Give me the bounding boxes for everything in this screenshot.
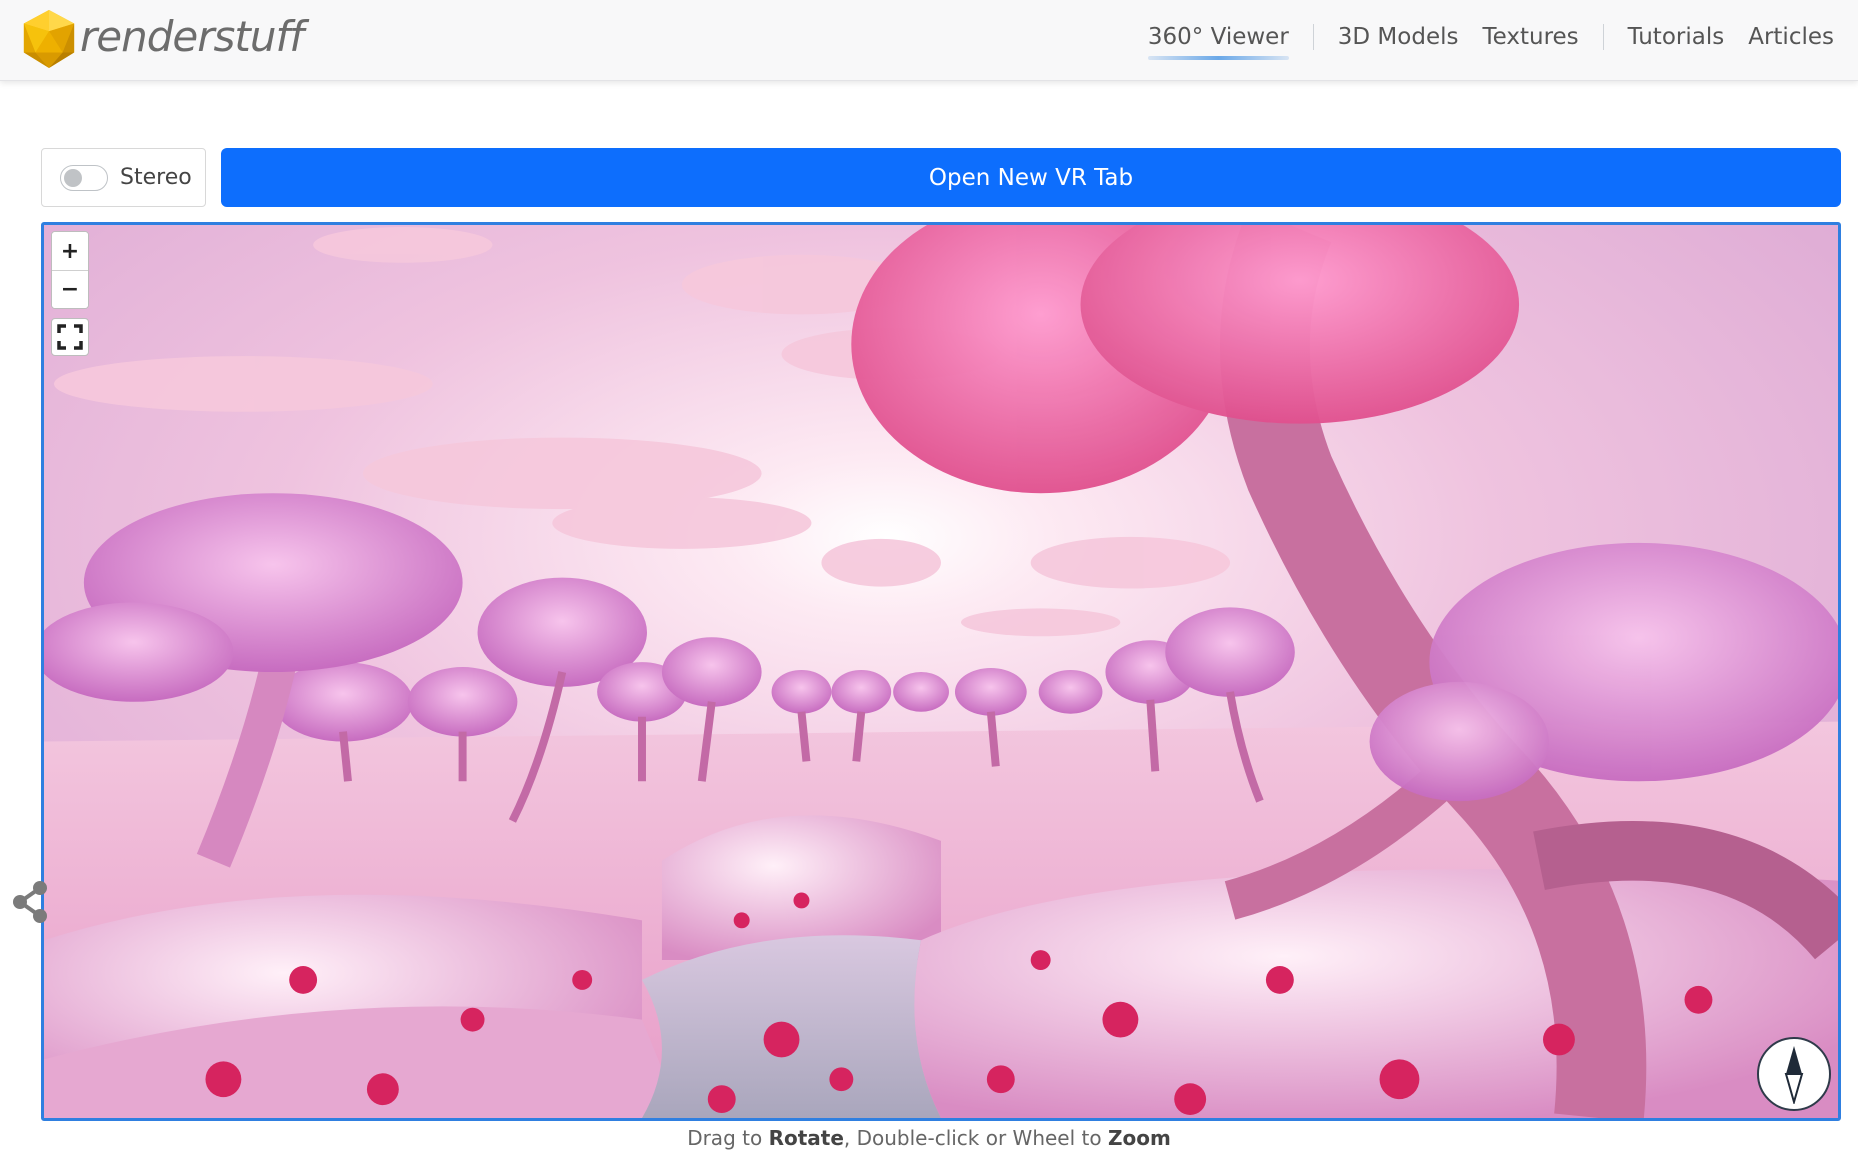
nav-separator: [1312, 24, 1314, 50]
stereo-label: Stereo: [120, 165, 192, 190]
stereo-switch-knob: [64, 168, 82, 187]
nav-item-articles[interactable]: Articles: [1748, 24, 1834, 56]
nav-item-3d-models[interactable]: 3D Models: [1338, 24, 1459, 56]
panorama-scene[interactable]: [44, 225, 1838, 1118]
hint-text: Drag to: [687, 1126, 769, 1150]
zoom-in-button[interactable]: +: [52, 232, 88, 270]
hint-rotate: Rotate: [768, 1126, 844, 1150]
hint-text: , Double-click or Wheel to: [843, 1126, 1108, 1150]
zoom-control: + −: [51, 231, 89, 309]
nav-separator: [1602, 24, 1604, 50]
share-icon[interactable]: [10, 880, 50, 924]
stereo-switch[interactable]: [60, 164, 108, 191]
logo-text: renderstuff: [80, 11, 304, 61]
main-nav: 360° Viewer 3D Models Textures Tutorials…: [1124, 24, 1834, 60]
site-header: renderstuff 360° Viewer 3D Models Textur…: [0, 0, 1858, 81]
stereo-toggle-group: Stereo: [41, 148, 206, 207]
open-vr-tab-button[interactable]: Open New VR Tab: [221, 148, 1841, 207]
compass-button[interactable]: [1757, 1037, 1831, 1111]
fullscreen-button[interactable]: [51, 318, 89, 356]
logo-link[interactable]: renderstuff: [20, 8, 304, 70]
hint-zoom: Zoom: [1107, 1126, 1171, 1150]
logo-icosahedron-icon: [23, 10, 75, 68]
panorama-viewer[interactable]: + −: [41, 222, 1841, 1121]
nav-item-textures[interactable]: Textures: [1482, 24, 1578, 56]
nav-item-360-viewer[interactable]: 360° Viewer: [1147, 24, 1289, 60]
nav-item-tutorials[interactable]: Tutorials: [1628, 24, 1725, 56]
fullscreen-icon: [57, 324, 83, 350]
viewer-hint: Drag to Rotate, Double-click or Wheel to…: [0, 1126, 1858, 1150]
zoom-out-button[interactable]: −: [52, 270, 88, 308]
compass-icon: [1784, 1046, 1804, 1104]
